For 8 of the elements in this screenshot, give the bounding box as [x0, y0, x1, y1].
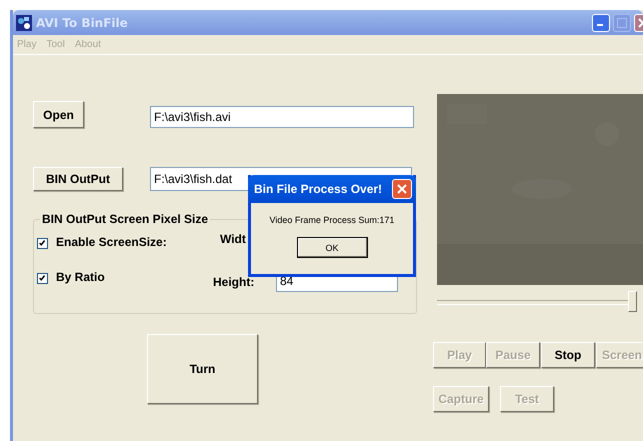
group-title: BIN OutPut Screen Pixel Size: [40, 212, 210, 226]
checkbox-label: Enable ScreenSize:: [56, 235, 167, 249]
width-label: Widt: [220, 232, 246, 246]
checkbox-label: By Ratio: [56, 270, 105, 284]
dialog-message: Video Frame Process Sum:171: [268, 215, 396, 225]
height-label: Height:: [213, 275, 254, 289]
dialog-title: Bin File Process Over!: [254, 182, 382, 196]
window-title: AVI To BinFile: [36, 16, 128, 30]
